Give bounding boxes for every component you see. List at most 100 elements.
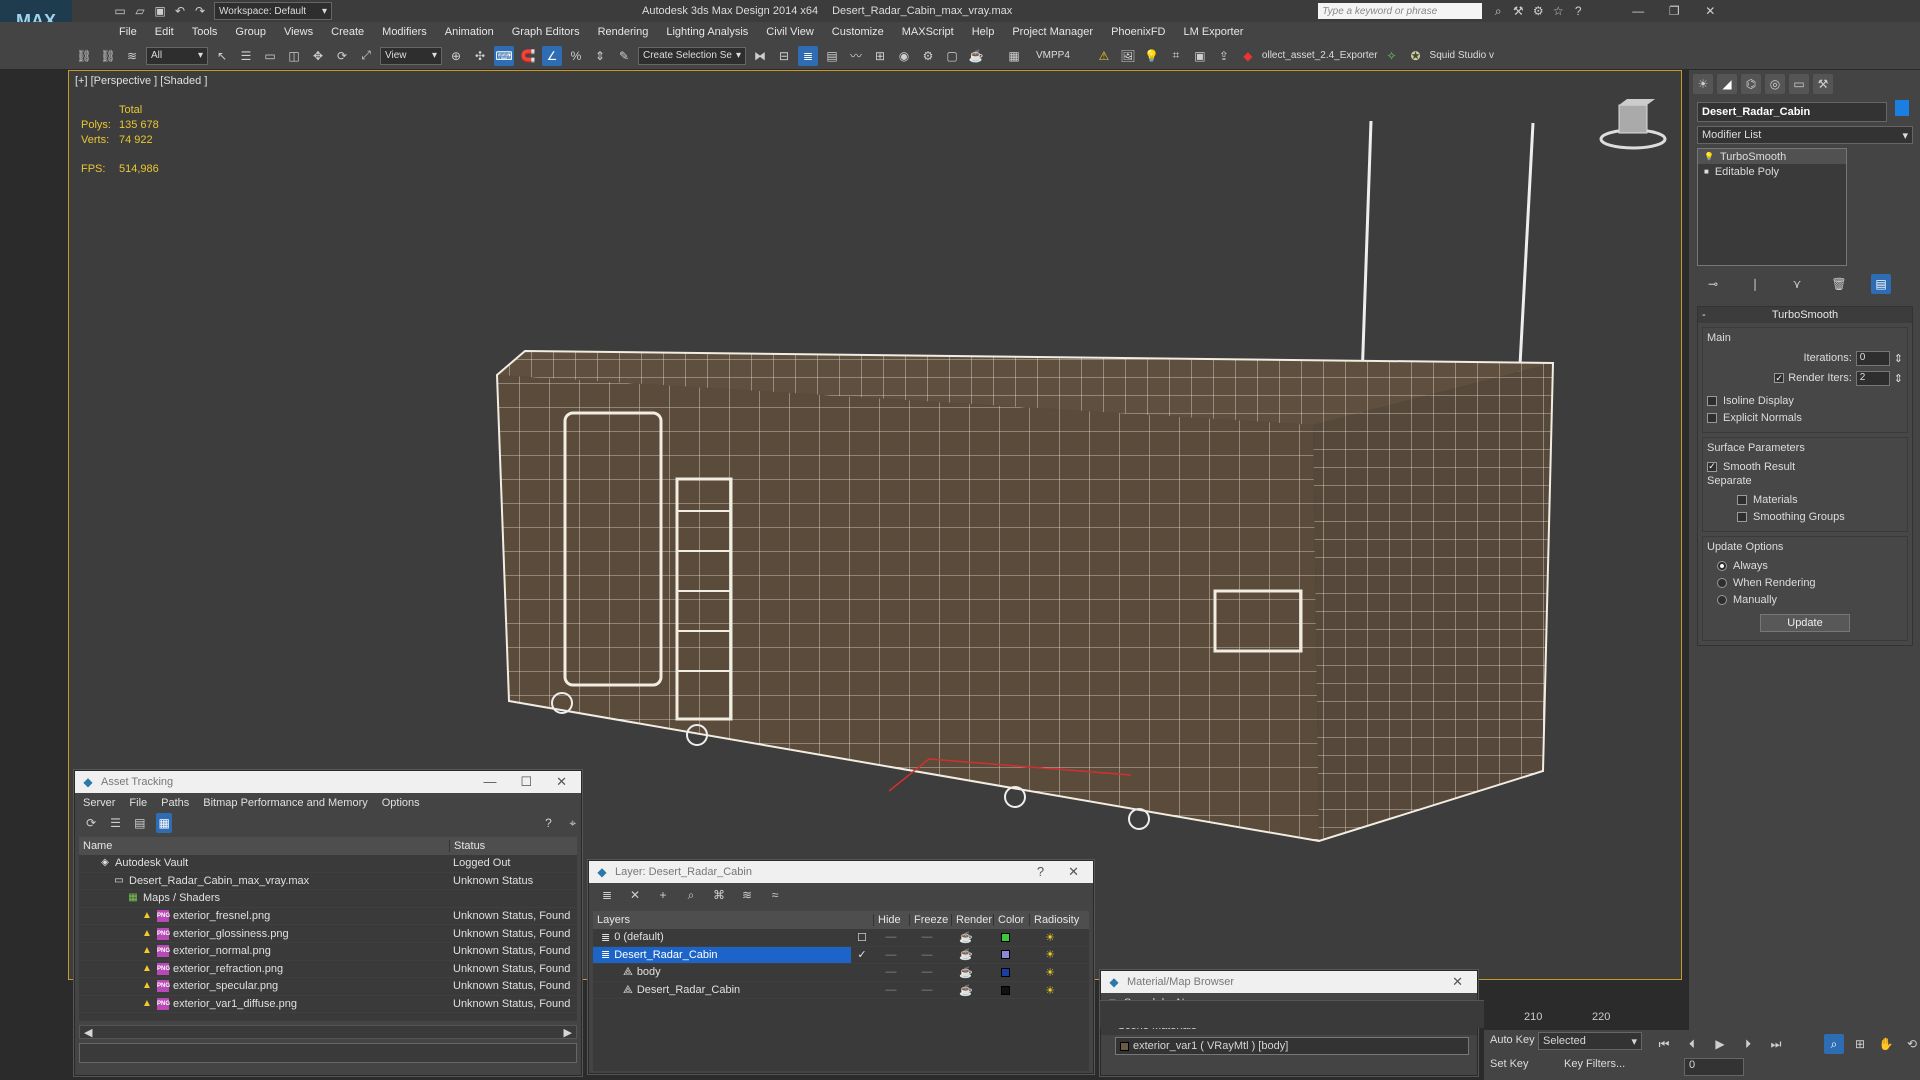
highlight-layer-icon[interactable]: ⌘ (709, 885, 729, 905)
layer-row[interactable]: ⟁ body — — ☕ ☀ (593, 964, 1089, 982)
pin-stack-icon[interactable]: ⊸ (1703, 274, 1723, 294)
prev-frame-icon[interactable]: ⏴ (1682, 1034, 1702, 1054)
auto-key-button[interactable]: Auto Key (1490, 1034, 1535, 1046)
render-toggle-icon[interactable]: ☕ (945, 984, 987, 997)
asset-minimize-icon[interactable]: — (483, 774, 496, 790)
open-file-icon[interactable]: ▱ (130, 1, 150, 21)
layer-help-icon[interactable]: ? (1037, 864, 1044, 880)
materials-checkbox[interactable] (1737, 494, 1747, 505)
material-browser-close-icon[interactable]: ✕ (1452, 974, 1463, 990)
layer-col-header[interactable]: Hide (873, 914, 909, 926)
asset-path-field[interactable] (79, 1043, 577, 1063)
menu-item-lm-exporter[interactable]: LM Exporter (1174, 26, 1252, 38)
unlink-icon[interactable]: ⛓ (98, 46, 118, 66)
selection-filter-dropdown[interactable]: All ▾ (146, 46, 208, 65)
hide-toggle[interactable]: — (873, 931, 909, 943)
key-filters-button[interactable]: Key Filters... (1564, 1058, 1625, 1070)
menu-item-phoenixfd[interactable]: PhoenixFD (1102, 26, 1174, 38)
list-view-icon[interactable]: ☰ (107, 813, 123, 833)
delete-layer-icon[interactable]: ✕ (625, 885, 645, 905)
show-end-result-icon[interactable]: ❘ (1745, 274, 1765, 294)
layer-col-header[interactable]: Radiosity (1029, 914, 1083, 926)
squid-icon[interactable]: ✪ (1406, 46, 1426, 66)
select-by-name-icon[interactable]: ☰ (236, 46, 256, 66)
move-icon[interactable]: ✥ (308, 46, 328, 66)
modifier-stack[interactable]: 💡 TurboSmooth ■ Editable Poly (1697, 148, 1847, 266)
ref-coord-dropdown[interactable]: View ▾ (380, 46, 442, 65)
undo-icon[interactable]: ↶ (170, 1, 190, 21)
smooth-result-checkbox[interactable]: ✓ (1707, 461, 1717, 472)
light-icon[interactable]: 💡 (1142, 46, 1162, 66)
menu-item-graph-editors[interactable]: Graph Editors (503, 26, 589, 38)
layer-color-swatch[interactable] (1000, 950, 1010, 960)
material-browser-titlebar[interactable]: ◆ Material/Map Browser ✕ (1101, 971, 1477, 993)
layer-col-header[interactable]: Color (993, 914, 1029, 926)
menu-item-group[interactable]: Group (226, 26, 275, 38)
edit-named-sel-icon[interactable]: ✎ (614, 46, 634, 66)
create-tab-icon[interactable]: ☀ (1693, 74, 1713, 94)
key-mode-dropdown[interactable]: Selected ▾ (1538, 1032, 1642, 1050)
align-icon[interactable]: ⊟ (774, 46, 794, 66)
minimize-icon[interactable]: — (1628, 1, 1648, 21)
play-icon[interactable]: ▶ (1710, 1034, 1730, 1054)
update-button[interactable]: Update (1760, 614, 1850, 632)
iterations-spinner[interactable]: Iterations: 0 ⇕ (1707, 348, 1903, 368)
layer-row[interactable]: ≣ 0 (default) ☐ — — ☕ ☀ (593, 929, 1089, 947)
select-in-layer-icon[interactable]: ⌕ (681, 885, 701, 905)
link-icon[interactable]: ⛓ (74, 46, 94, 66)
layer-col-header[interactable]: Render (951, 914, 993, 926)
rollout-header[interactable]: - TurboSmooth (1698, 307, 1912, 323)
explicit-normals-checkbox[interactable] (1707, 412, 1717, 423)
asset-help-icon[interactable]: ? (540, 813, 556, 833)
rotate-icon[interactable]: ⟳ (332, 46, 352, 66)
pan-icon[interactable]: ✋ (1876, 1034, 1896, 1054)
freeze-toggle[interactable]: — (909, 984, 945, 996)
hide-all-icon[interactable]: ≋ (737, 885, 757, 905)
material-item[interactable]: exterior_var1 ( VRayMtl ) [body] (1115, 1037, 1469, 1055)
asset-menu-options[interactable]: Options (382, 797, 420, 809)
current-layer-icon[interactable]: ✓ (851, 948, 873, 961)
asset-menu-server[interactable]: Server (83, 797, 115, 809)
render-toggle-icon[interactable]: ☕ (945, 966, 987, 979)
object-color-swatch[interactable] (1895, 100, 1909, 116)
menu-item-create[interactable]: Create (322, 26, 373, 38)
col-status-header[interactable]: Status (449, 840, 485, 852)
rect-select-icon[interactable]: ▭ (260, 46, 280, 66)
modifier-stack-item[interactable]: ■ Editable Poly (1698, 164, 1846, 179)
freeze-toggle[interactable]: — (909, 949, 945, 961)
make-unique-icon[interactable]: ⋎ (1787, 274, 1807, 294)
new-file-icon[interactable]: ▭ (110, 1, 130, 21)
angle-snap-icon[interactable]: ∠ (542, 45, 562, 66)
zoom-all-icon[interactable]: ⊞ (1850, 1034, 1870, 1054)
redo-icon[interactable]: ↷ (190, 1, 210, 21)
go-to-end-icon[interactable]: ⏭ (1766, 1034, 1786, 1054)
configure-modifier-sets-icon[interactable]: ▤ (1871, 274, 1891, 294)
radiosity-icon[interactable]: ☀ (1023, 984, 1077, 997)
layer-titlebar[interactable]: ◆ Layer: Desert_Radar_Cabin ? ✕ (589, 861, 1093, 883)
asset-tracking-titlebar[interactable]: ◆ Asset Tracking — ☐ ✕ (75, 771, 581, 793)
table-row[interactable]: ▲ PNG exterior_specular.png Unknown Status,… (79, 978, 577, 996)
menu-item-civil-view[interactable]: Civil View (757, 26, 822, 38)
asset-pin-icon[interactable]: ⌖ (565, 813, 581, 833)
render-iters-checkbox[interactable]: ✓ (1774, 373, 1785, 383)
modifier-on-icon[interactable]: 💡 (1704, 152, 1714, 161)
table-row[interactable]: ▲ PNG exterior_glossiness.png Unknown Statu… (79, 925, 577, 943)
render-iters-input[interactable]: 2 (1855, 370, 1890, 386)
when-rendering-radio[interactable] (1717, 577, 1727, 588)
save-icon[interactable]: ▣ (150, 1, 170, 21)
tools-icon[interactable]: ⚒ (1508, 1, 1528, 21)
window-crossing-icon[interactable]: ◫ (284, 46, 304, 66)
binoculars-icon[interactable]: ⌕ (1488, 1, 1508, 21)
asset-maximize-icon[interactable]: ☐ (520, 774, 532, 790)
asset-horizontal-scrollbar[interactable]: ◀ ▶ (79, 1025, 577, 1039)
rendered-frame-icon[interactable]: ▢ (942, 46, 962, 66)
radiosity-icon[interactable]: ☀ (1023, 948, 1077, 961)
table-row[interactable]: ◈ Autodesk Vault Logged Out (79, 855, 577, 873)
freeze-all-icon[interactable]: ≈ (765, 885, 785, 905)
layer-col-header[interactable]: Freeze (909, 914, 951, 926)
menu-item-edit[interactable]: Edit (146, 26, 183, 38)
menu-item-help[interactable]: Help (963, 26, 1004, 38)
camera-icon[interactable]: ▣ (1190, 46, 1210, 66)
warning-icon[interactable]: ⚠ (1094, 46, 1114, 66)
render-iters-spinner[interactable]: ✓ Render Iters: 2 ⇕ (1707, 368, 1903, 388)
